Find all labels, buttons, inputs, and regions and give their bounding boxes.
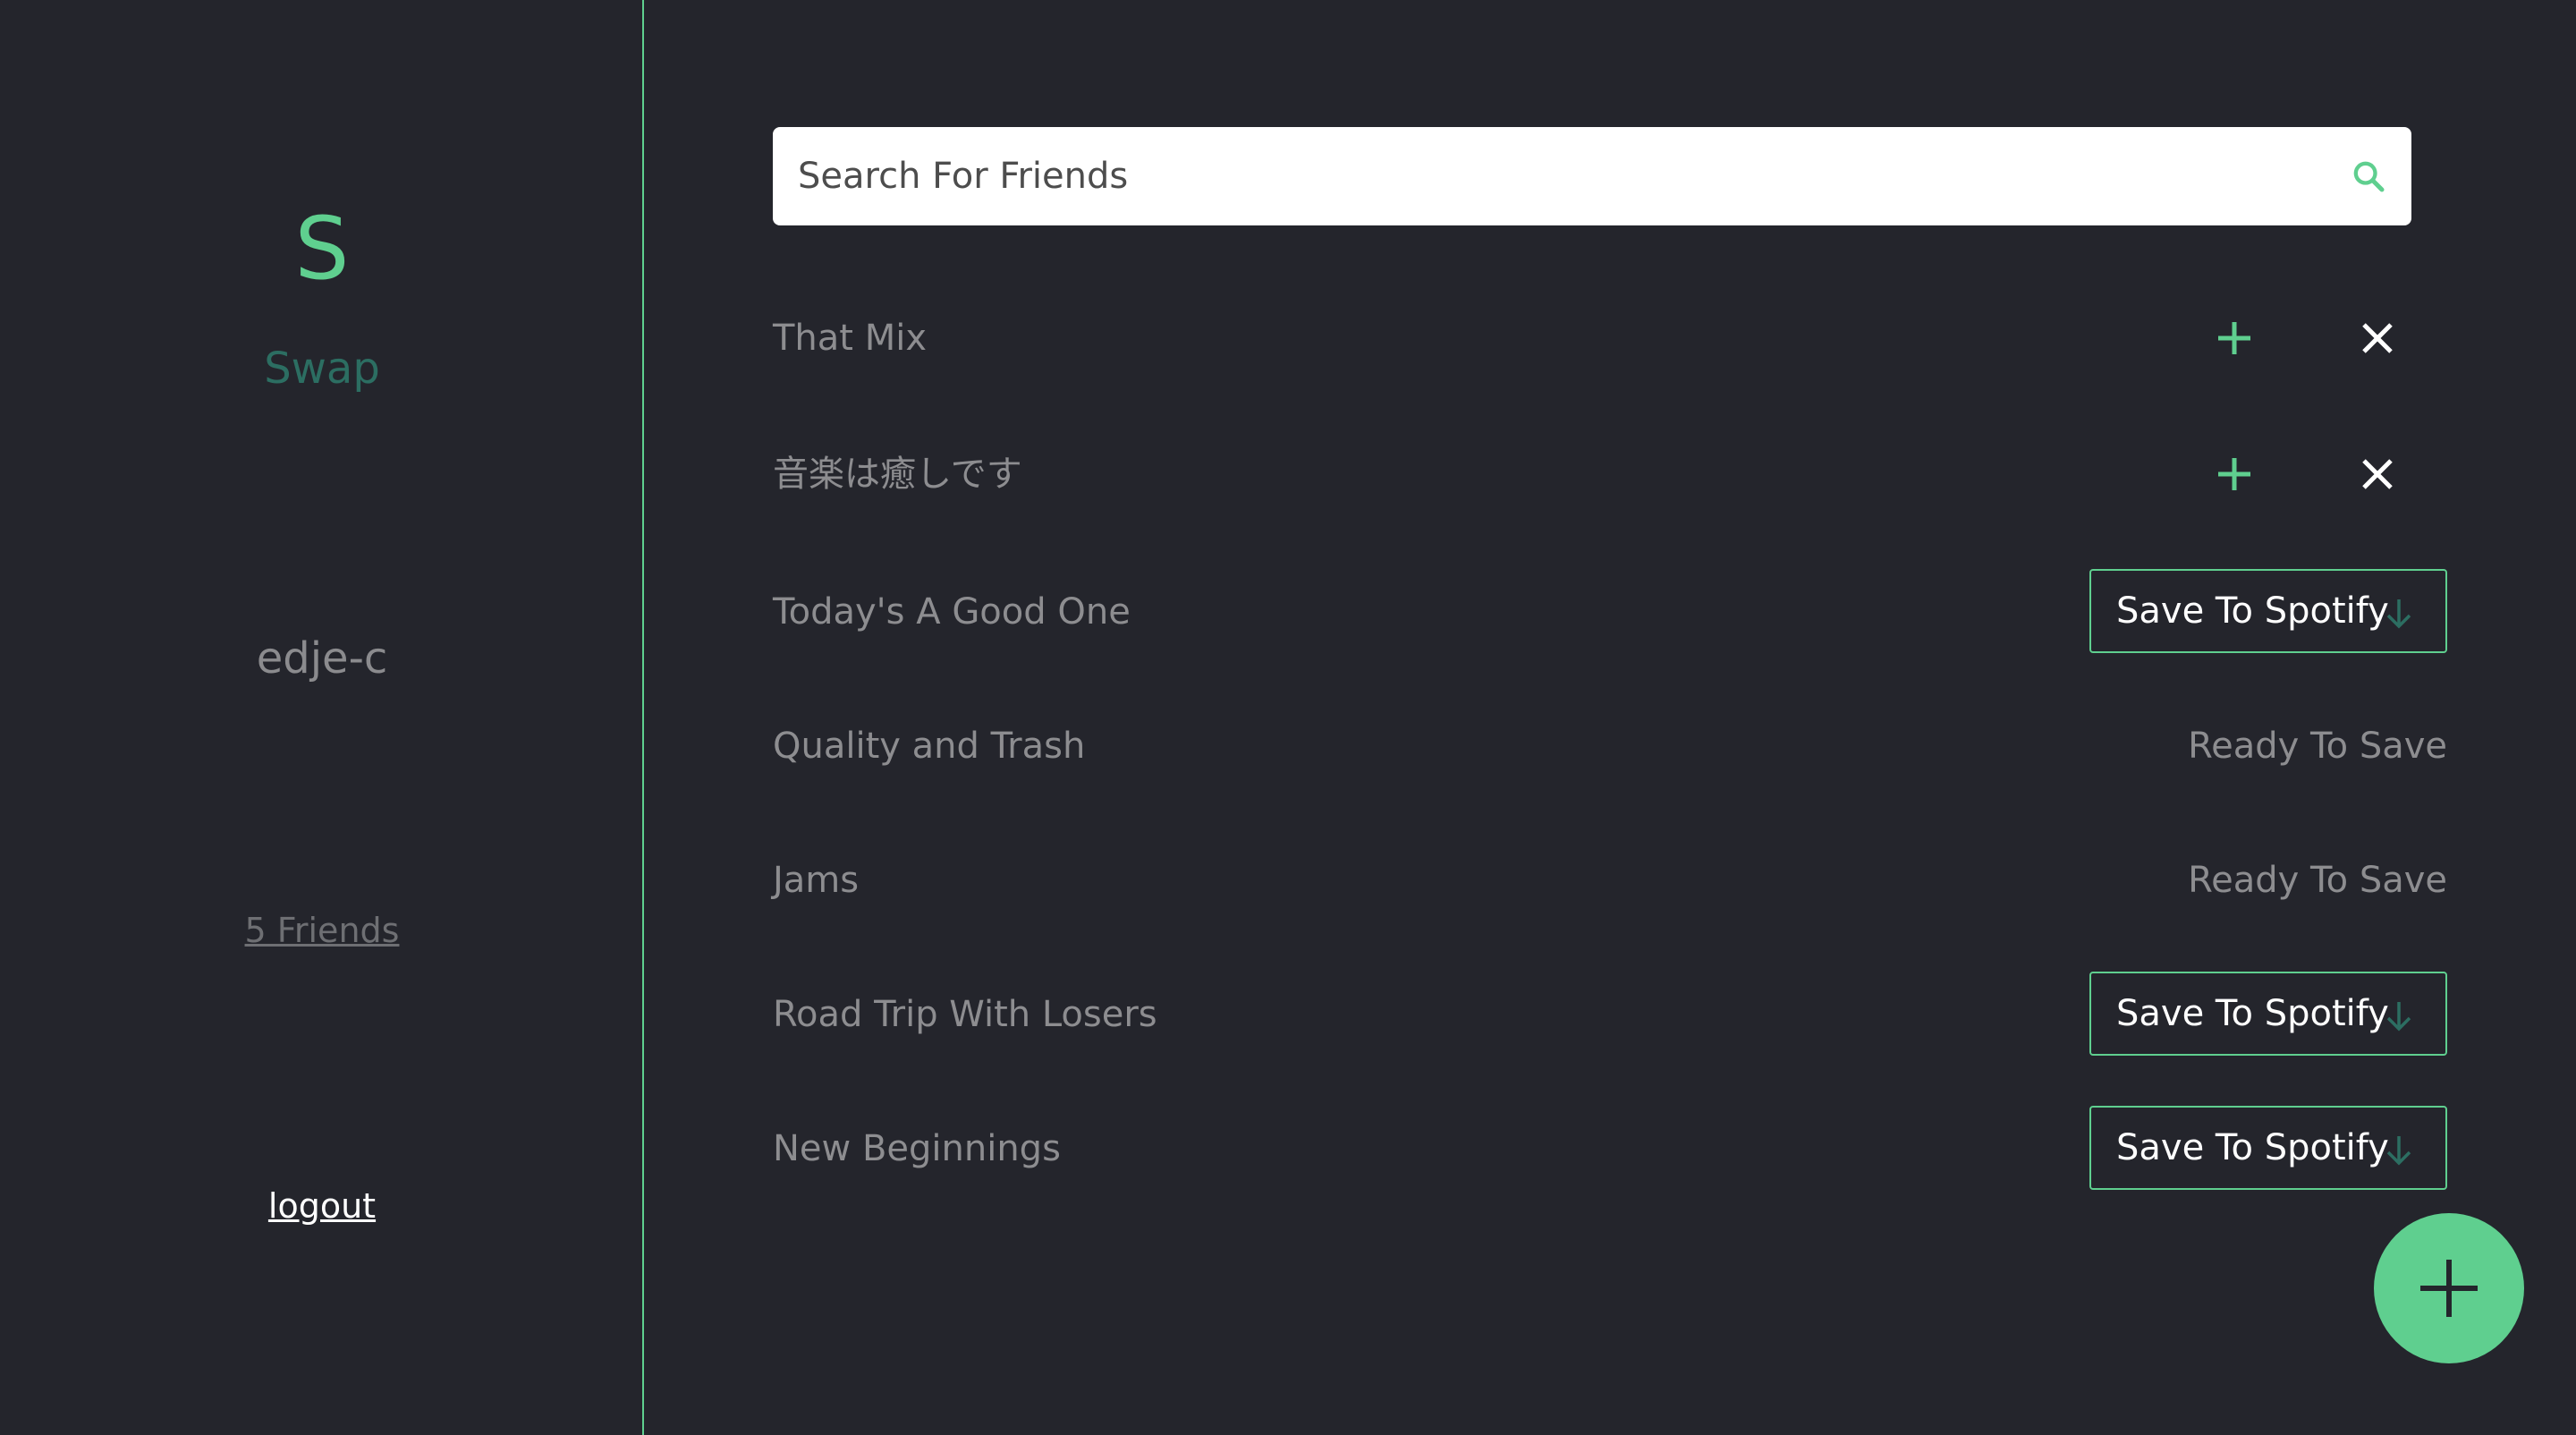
search-input[interactable]: [798, 127, 2318, 225]
app-window: S Swap edje-c 5 Friends logout That Mix: [0, 0, 2576, 1435]
decline-button[interactable]: [2351, 311, 2404, 365]
save-button-label: Save To Spotify: [2116, 1127, 2389, 1168]
playlist-title: Today's A Good One: [773, 591, 1131, 633]
search-icon[interactable]: [2351, 158, 2386, 194]
username: edje-c: [256, 633, 388, 684]
arrow-down-icon: [2386, 1002, 2411, 1032]
status-text: Ready To Save: [2188, 860, 2447, 901]
playlist-row: New Beginnings Save To Spotify: [773, 1106, 2447, 1192]
playlist-row: 音楽は癒しです: [773, 431, 2447, 517]
arrow-down-icon: [2386, 599, 2411, 629]
playlist-title: 音楽は癒しです: [773, 454, 1022, 495]
playlist-title: Quality and Trash: [773, 726, 1086, 767]
close-icon: [2362, 323, 2393, 353]
accept-button[interactable]: [2207, 311, 2261, 365]
sidebar: S Swap edje-c 5 Friends logout: [0, 0, 644, 1435]
friends-link[interactable]: 5 Friends: [0, 907, 644, 954]
playlist-row: Today's A Good One Save To Spotify: [773, 569, 2447, 655]
playlist-title: That Mix: [773, 318, 927, 359]
save-to-spotify-button[interactable]: Save To Spotify: [2089, 1106, 2447, 1190]
arrow-down-icon: [2386, 1136, 2411, 1166]
save-button-label: Save To Spotify: [2116, 993, 2389, 1034]
plus-icon: [2218, 458, 2250, 490]
playlist-title: Road Trip With Losers: [773, 994, 1157, 1035]
playlist-row: That Mix: [773, 295, 2447, 381]
close-icon: [2362, 459, 2393, 489]
search-bar: [773, 127, 2411, 225]
save-button-label: Save To Spotify: [2116, 590, 2389, 632]
playlist-title: Jams: [773, 860, 860, 901]
playlist-row: Jams Ready To Save: [773, 837, 2447, 923]
create-playlist-fab[interactable]: [2374, 1213, 2524, 1363]
status-text: Ready To Save: [2188, 726, 2447, 767]
playlist-row: Quality and Trash Ready To Save: [773, 703, 2447, 789]
playlist-title: New Beginnings: [773, 1128, 1061, 1169]
logo-letter: S: [294, 199, 350, 299]
app-name: Swap: [264, 344, 380, 394]
plus-icon: [2420, 1260, 2478, 1317]
save-to-spotify-button[interactable]: Save To Spotify: [2089, 972, 2447, 1056]
accept-button[interactable]: [2207, 447, 2261, 501]
plus-icon: [2218, 322, 2250, 354]
decline-button[interactable]: [2351, 447, 2404, 501]
logout-link[interactable]: logout: [0, 1183, 644, 1229]
save-to-spotify-button[interactable]: Save To Spotify: [2089, 569, 2447, 653]
playlist-row: Road Trip With Losers Save To Spotify: [773, 972, 2447, 1057]
